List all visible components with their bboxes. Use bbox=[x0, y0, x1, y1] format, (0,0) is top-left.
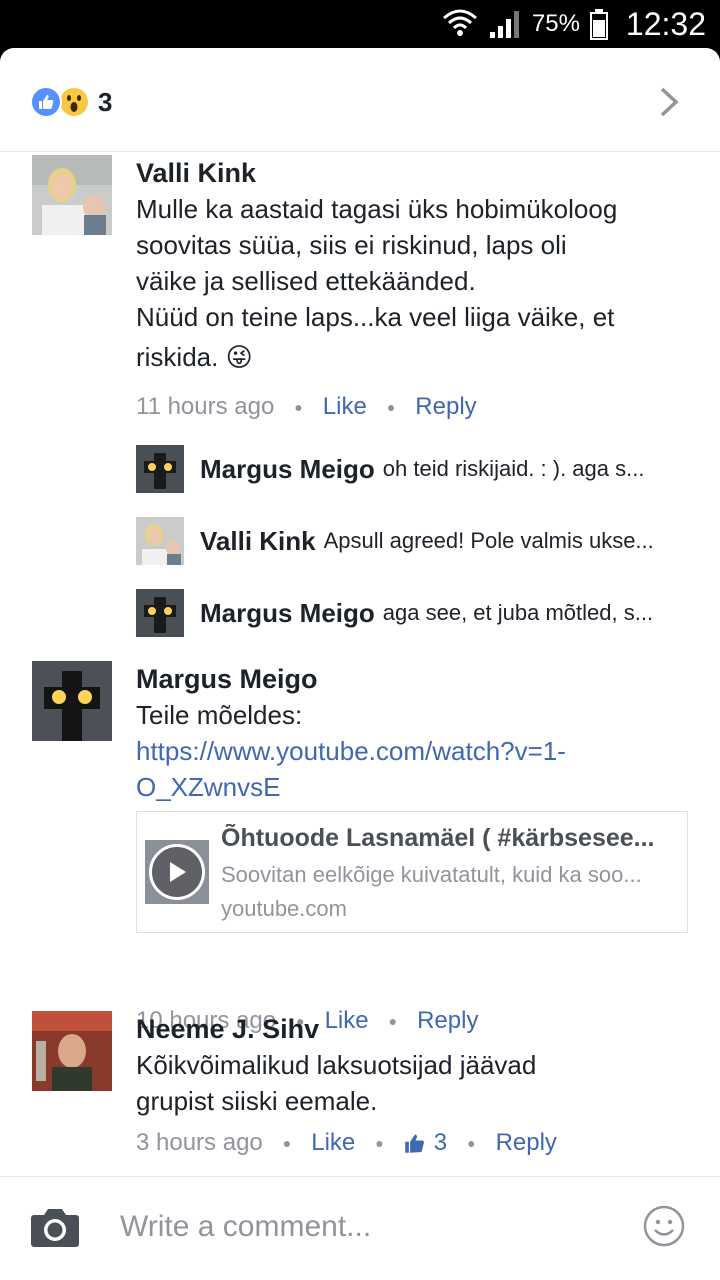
comments-sheet: 3 Valli Kink Mulle ka aastaid tagasi üks… bbox=[0, 48, 720, 1280]
link-description: Soovitan eelkõige kuivatatult, kuid ka s… bbox=[221, 862, 642, 887]
comment: Margus Meigo Teile mõeldes: https://www.… bbox=[32, 661, 692, 1034]
separator-dot: ● bbox=[467, 1135, 476, 1151]
comment-text-line: Mulle ka aastaid tagasi üks hobimükoloog bbox=[136, 194, 618, 224]
comment-text-line: riskida. 😜 bbox=[136, 342, 253, 372]
like-reaction-icon bbox=[30, 86, 62, 118]
link-domain: youtube.com bbox=[221, 896, 347, 921]
reply-text: oh teid riskijaid. : ). aga s... bbox=[382, 456, 645, 481]
comment-timestamp: 3 hours ago bbox=[136, 1129, 263, 1156]
like-count-value: 3 bbox=[433, 1129, 448, 1156]
reply-author[interactable]: Valli Kink bbox=[200, 526, 316, 557]
wow-reaction-icon bbox=[58, 86, 90, 118]
avatar[interactable] bbox=[136, 589, 184, 637]
chevron-right-icon[interactable] bbox=[654, 86, 684, 118]
comment-text-line: väike ja sellised ettekäänded. bbox=[136, 266, 476, 296]
reply-text: Apsull agreed! Pole valmis ukse... bbox=[323, 528, 654, 553]
comment-text-line: soovitas süüa, siis ei riskinud, laps ol… bbox=[136, 230, 567, 260]
comment-link[interactable]: O_XZwnvsE bbox=[136, 769, 696, 805]
comment-text-line: Nüüd on teine laps...ka veel liiga väike… bbox=[136, 302, 615, 332]
camera-icon[interactable] bbox=[30, 1205, 80, 1249]
comment-text-line: Teile mõeldes: bbox=[136, 700, 303, 730]
reply-button[interactable]: Reply bbox=[496, 1129, 557, 1157]
like-button[interactable]: Like bbox=[323, 393, 367, 421]
reply-item[interactable]: Margus Meigo aga see, et juba mõtled, s.… bbox=[136, 589, 696, 637]
avatar[interactable] bbox=[136, 517, 184, 565]
reactions-summary[interactable]: 3 bbox=[30, 86, 112, 118]
comment-text-line: Kõikvõimalikud laksuotsijad jäävad bbox=[136, 1050, 537, 1080]
reactions-header[interactable]: 3 bbox=[0, 48, 720, 152]
comment-input[interactable] bbox=[120, 1207, 600, 1247]
like-button[interactable]: Like bbox=[311, 1129, 355, 1157]
separator-dot: ● bbox=[282, 1135, 292, 1151]
thumbs-up-icon bbox=[404, 1134, 424, 1153]
reply-item[interactable]: Valli Kink Apsull agreed! Pole valmis uk… bbox=[136, 517, 696, 565]
comment-timestamp: 11 hours ago bbox=[136, 393, 275, 420]
comment: Neeme J. Sihv Kõikvõimalikud laksuotsija… bbox=[32, 1011, 692, 1171]
avatar[interactable] bbox=[136, 445, 184, 493]
link-preview-card[interactable]: Õhtuoode Lasnamäel ( #kärbsesee... Soovi… bbox=[136, 811, 688, 933]
video-thumbnail[interactable] bbox=[145, 840, 209, 904]
comment-text-line: grupist siiski eemale. bbox=[136, 1086, 378, 1116]
comment-actions: 3 hours ago ● Like ● 3 ● Reply bbox=[136, 1129, 696, 1157]
comment-actions: 11 hours ago ● Like ● Reply bbox=[136, 393, 696, 421]
avatar[interactable] bbox=[32, 1011, 112, 1091]
like-count[interactable]: 3 bbox=[404, 1129, 447, 1157]
emoji-icon[interactable] bbox=[643, 1205, 685, 1247]
wifi-icon bbox=[442, 9, 477, 36]
comment-author[interactable]: Neeme J. Sihv bbox=[136, 1011, 696, 1047]
reply-button[interactable]: Reply bbox=[415, 393, 476, 421]
separator-dot: ● bbox=[294, 399, 303, 415]
reply-author[interactable]: Margus Meigo bbox=[200, 598, 375, 629]
comment-composer bbox=[0, 1176, 720, 1280]
signal-icon bbox=[489, 11, 519, 38]
reaction-count: 3 bbox=[98, 86, 113, 117]
link-title[interactable]: Õhtuoode Lasnamäel ( #kärbsesee... bbox=[221, 824, 681, 853]
separator-dot: ● bbox=[386, 399, 396, 415]
avatar[interactable] bbox=[32, 155, 112, 235]
avatar[interactable] bbox=[32, 661, 112, 741]
separator-dot: ● bbox=[375, 1135, 384, 1151]
play-icon bbox=[149, 844, 205, 900]
comment: Valli Kink Mulle ka aastaid tagasi üks h… bbox=[32, 155, 692, 425]
comment-author[interactable]: Margus Meigo bbox=[136, 661, 696, 697]
comment-author[interactable]: Valli Kink bbox=[136, 155, 696, 191]
battery-icon bbox=[589, 9, 608, 40]
clock: 12:32 bbox=[625, 5, 706, 42]
reply-item[interactable]: Margus Meigo oh teid riskijaid. : ). aga… bbox=[136, 445, 696, 493]
status-bar: 75% 12:32 bbox=[0, 0, 720, 48]
comment-link[interactable]: https://www.youtube.com/watch?v=1- bbox=[136, 733, 696, 769]
reply-author[interactable]: Margus Meigo bbox=[200, 454, 375, 485]
battery-percent: 75% bbox=[531, 10, 580, 37]
reply-text: aga see, et juba mõtled, s... bbox=[382, 600, 654, 625]
